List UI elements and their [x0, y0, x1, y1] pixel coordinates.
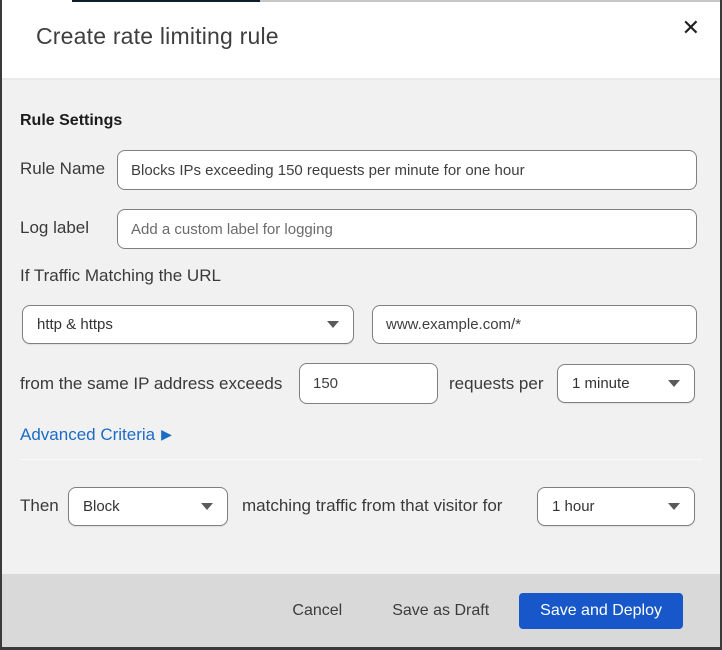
save-and-deploy-button[interactable]: Save and Deploy — [519, 592, 683, 629]
threshold-prefix-text: from the same IP address exceeds — [20, 374, 283, 393]
save-as-draft-button[interactable]: Save as Draft — [388, 596, 493, 626]
action-select-value: Block — [83, 498, 120, 515]
rule-name-input[interactable] — [117, 150, 697, 190]
scheme-select-value: http & https — [37, 316, 113, 333]
then-label: Then — [20, 496, 59, 515]
period-select[interactable]: 1 minute — [557, 364, 695, 403]
period-select-value: 1 minute — [572, 375, 630, 392]
rule-name-label: Rule Name — [20, 159, 106, 178]
chevron-down-icon — [201, 503, 213, 510]
duration-select-value: 1 hour — [552, 498, 595, 515]
section-divider — [20, 459, 702, 460]
chevron-down-icon — [668, 503, 680, 510]
action-select[interactable]: Block — [68, 487, 228, 526]
scheme-select[interactable]: http & https — [22, 305, 354, 344]
chevron-right-icon: ▶ — [161, 427, 172, 443]
cancel-button[interactable]: Cancel — [288, 596, 346, 626]
dialog-header: Create rate limiting rule ✕ — [2, 0, 720, 80]
traffic-match-heading: If Traffic Matching the URL — [20, 266, 221, 285]
threshold-middle-text: requests per — [449, 374, 544, 393]
advanced-criteria-label: Advanced Criteria — [20, 425, 156, 444]
chevron-down-icon — [668, 380, 680, 387]
dialog-footer: Cancel Save as Draft Save and Deploy — [2, 574, 720, 647]
log-label-input[interactable] — [117, 209, 697, 249]
action-sentence-text: matching traffic from that visitor for — [242, 496, 503, 515]
request-count-input[interactable] — [299, 363, 438, 404]
dialog-title: Create rate limiting rule — [36, 23, 279, 49]
create-rate-limiting-rule-dialog: Create rate limiting rule ✕ Rule Setting… — [0, 0, 722, 650]
background-page-strip — [72, 0, 260, 2]
background-page-strip-right — [260, 0, 720, 2]
duration-select[interactable]: 1 hour — [537, 487, 695, 526]
url-pattern-input[interactable] — [372, 305, 697, 344]
advanced-criteria-link[interactable]: Advanced Criteria ▶ — [20, 425, 172, 445]
rule-settings-heading: Rule Settings — [20, 112, 123, 129]
log-label-label: Log label — [20, 218, 90, 237]
chevron-down-icon — [327, 321, 339, 328]
close-icon[interactable]: ✕ — [678, 14, 704, 44]
